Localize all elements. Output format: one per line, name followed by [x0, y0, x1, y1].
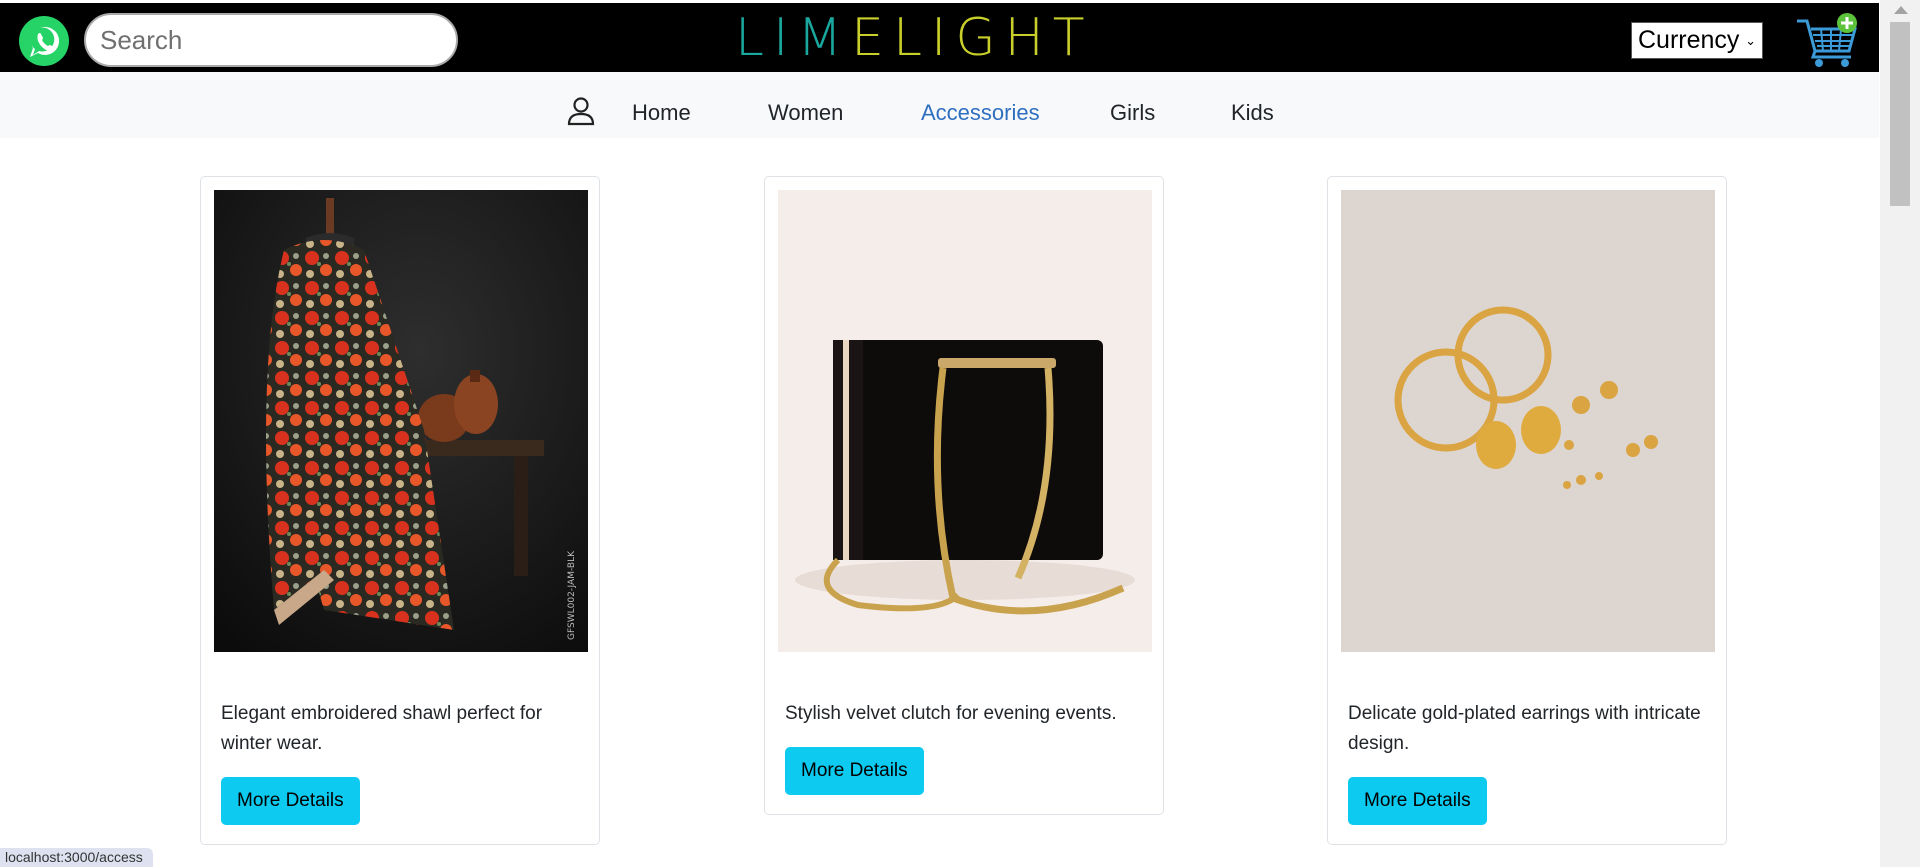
- cart-add-icon[interactable]: [1795, 11, 1861, 71]
- more-details-button[interactable]: More Details: [221, 777, 360, 825]
- scroll-up-arrow-icon[interactable]: [1894, 6, 1908, 14]
- product-card: Delicate gold-plated earrings with intri…: [1327, 176, 1727, 845]
- product-description: Elegant embroidered shawl perfect for wi…: [221, 703, 543, 754]
- search-input[interactable]: [84, 13, 458, 67]
- product-card: Stylish velvet clutch for evening events…: [764, 176, 1164, 815]
- product-image-clutch[interactable]: [778, 190, 1152, 652]
- scrollbar-thumb[interactable]: [1890, 22, 1910, 206]
- svg-text:GFSWL002-JAM-BLK: GFSWL002-JAM-BLK: [567, 550, 577, 640]
- top-header: LIMELIGHT Currency ⌄: [0, 0, 1879, 72]
- currency-label: Currency: [1638, 26, 1740, 54]
- product-description: Delicate gold-plated earrings with intri…: [1348, 703, 1701, 754]
- status-bar-url: localhost:3000/access: [0, 848, 153, 867]
- nav-home[interactable]: Home: [632, 100, 691, 126]
- product-card: GFSWL002-JAM-BLK Elegant embroidered sha…: [200, 176, 600, 845]
- more-details-button[interactable]: More Details: [1348, 777, 1487, 825]
- nav-girls[interactable]: Girls: [1110, 100, 1155, 126]
- vertical-scrollbar[interactable]: [1880, 0, 1920, 867]
- product-image-earrings[interactable]: [1341, 190, 1715, 652]
- more-details-button[interactable]: More Details: [785, 747, 924, 795]
- nav-accessories[interactable]: Accessories: [921, 100, 1040, 126]
- logo-text-part1: LIM: [735, 8, 852, 68]
- whatsapp-icon[interactable]: [18, 15, 70, 67]
- main-nav: Home Women Accessories Girls Kids: [0, 72, 1879, 138]
- user-icon[interactable]: [567, 96, 595, 126]
- limelight-logo[interactable]: LIM ELIGHT: [735, 8, 1094, 68]
- currency-select[interactable]: Currency ⌄: [1631, 22, 1763, 59]
- nav-kids[interactable]: Kids: [1231, 100, 1274, 126]
- product-image-shawl[interactable]: GFSWL002-JAM-BLK: [214, 190, 588, 652]
- product-description: Stylish velvet clutch for evening events…: [785, 703, 1117, 724]
- nav-women[interactable]: Women: [768, 100, 843, 126]
- chevron-down-icon: ⌄: [1745, 32, 1756, 48]
- logo-text-part2: ELIGHT: [851, 8, 1094, 68]
